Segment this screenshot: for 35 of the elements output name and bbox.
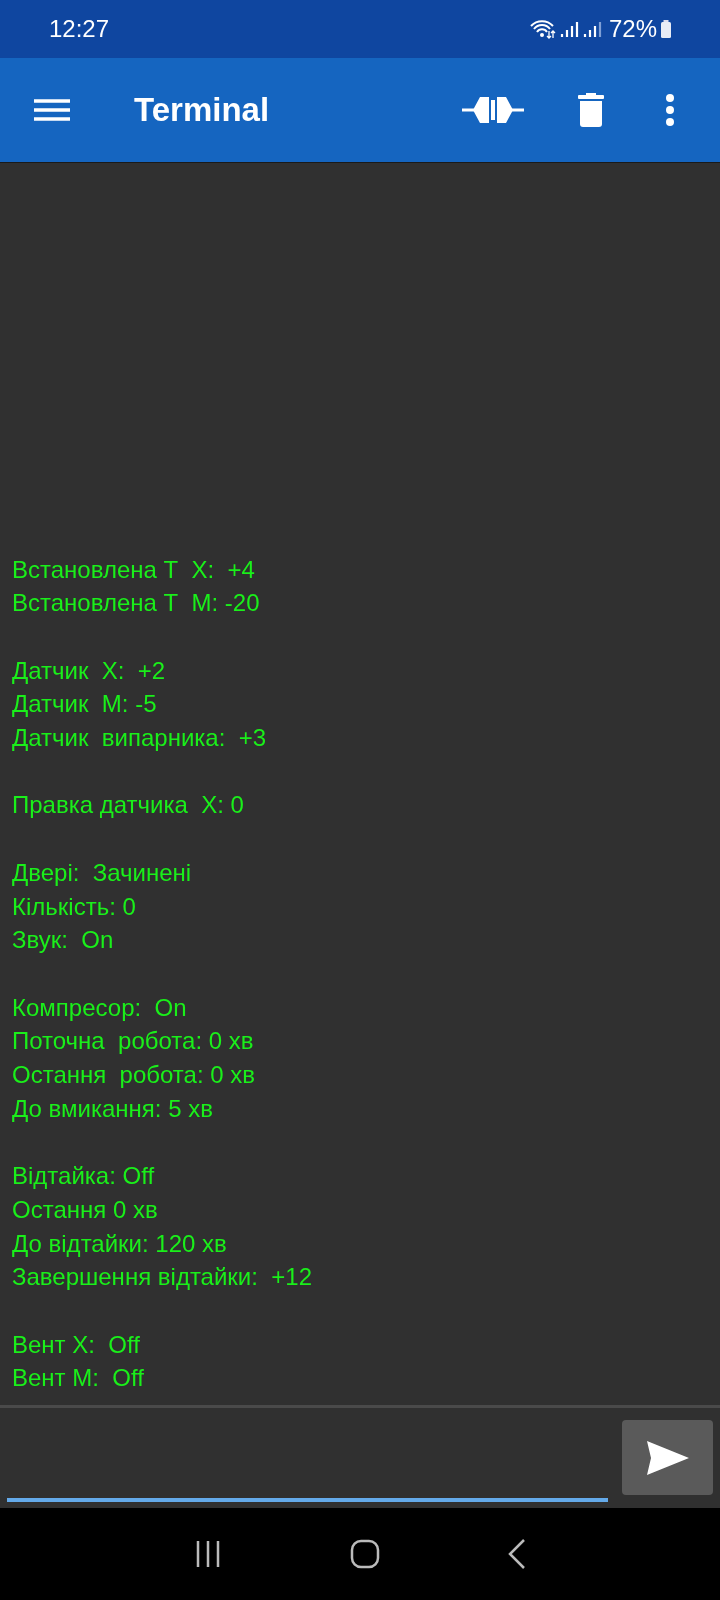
home-icon[interactable] xyxy=(350,1539,380,1569)
terminal-line: До вмикання: 5 хв xyxy=(12,1093,214,1124)
terminal-line: Остання робота: 0 хв xyxy=(12,1060,256,1090)
wifi-icon xyxy=(529,19,556,39)
recents-icon[interactable] xyxy=(194,1540,222,1568)
terminal-line: Двері: Зачинені xyxy=(12,857,193,888)
terminal-line: Датчик випарника: +3 xyxy=(12,723,268,753)
plug-icon[interactable] xyxy=(462,94,524,126)
terminal-line: Датчик Х: +2 xyxy=(12,655,167,686)
terminal-line: Звук: On xyxy=(12,925,115,956)
battery-level: 72% xyxy=(608,15,657,43)
terminal-line: Вент М: Off xyxy=(12,1363,145,1394)
terminal-line: Вент Х: Off xyxy=(12,1329,141,1360)
terminal-line: Встановлена Т Х: +4 xyxy=(12,554,256,585)
menu-icon[interactable] xyxy=(34,98,70,122)
more-icon[interactable] xyxy=(666,94,674,126)
terminal-line: Відтайка: Off xyxy=(12,1161,156,1192)
terminal-line: Датчик М: -5 xyxy=(12,689,158,720)
terminal-line: До відтайки: 120 хв xyxy=(12,1228,228,1259)
clock: 12:27 xyxy=(49,15,110,43)
terminal-line: Правка датчика Х: 0 xyxy=(12,790,245,821)
terminal-line: Остання 0 хв xyxy=(12,1194,159,1225)
send-icon xyxy=(646,1440,689,1475)
terminal-line: Кількість: 0 xyxy=(12,891,137,922)
app-title: Terminal xyxy=(134,91,270,129)
back-icon[interactable] xyxy=(508,1539,526,1569)
signal-icon xyxy=(558,19,579,39)
signal-icon xyxy=(581,19,602,39)
trash-icon[interactable] xyxy=(578,93,604,127)
terminal-line: Поточна робота: 0 хв xyxy=(12,1026,255,1057)
terminal-line: Завершення відтайки: +12 xyxy=(12,1262,313,1293)
terminal-line: Встановлена Т М: -20 xyxy=(12,588,261,619)
send-button[interactable] xyxy=(622,1420,713,1495)
battery-icon xyxy=(660,19,672,39)
terminal-line: Компресор: On xyxy=(12,992,188,1023)
